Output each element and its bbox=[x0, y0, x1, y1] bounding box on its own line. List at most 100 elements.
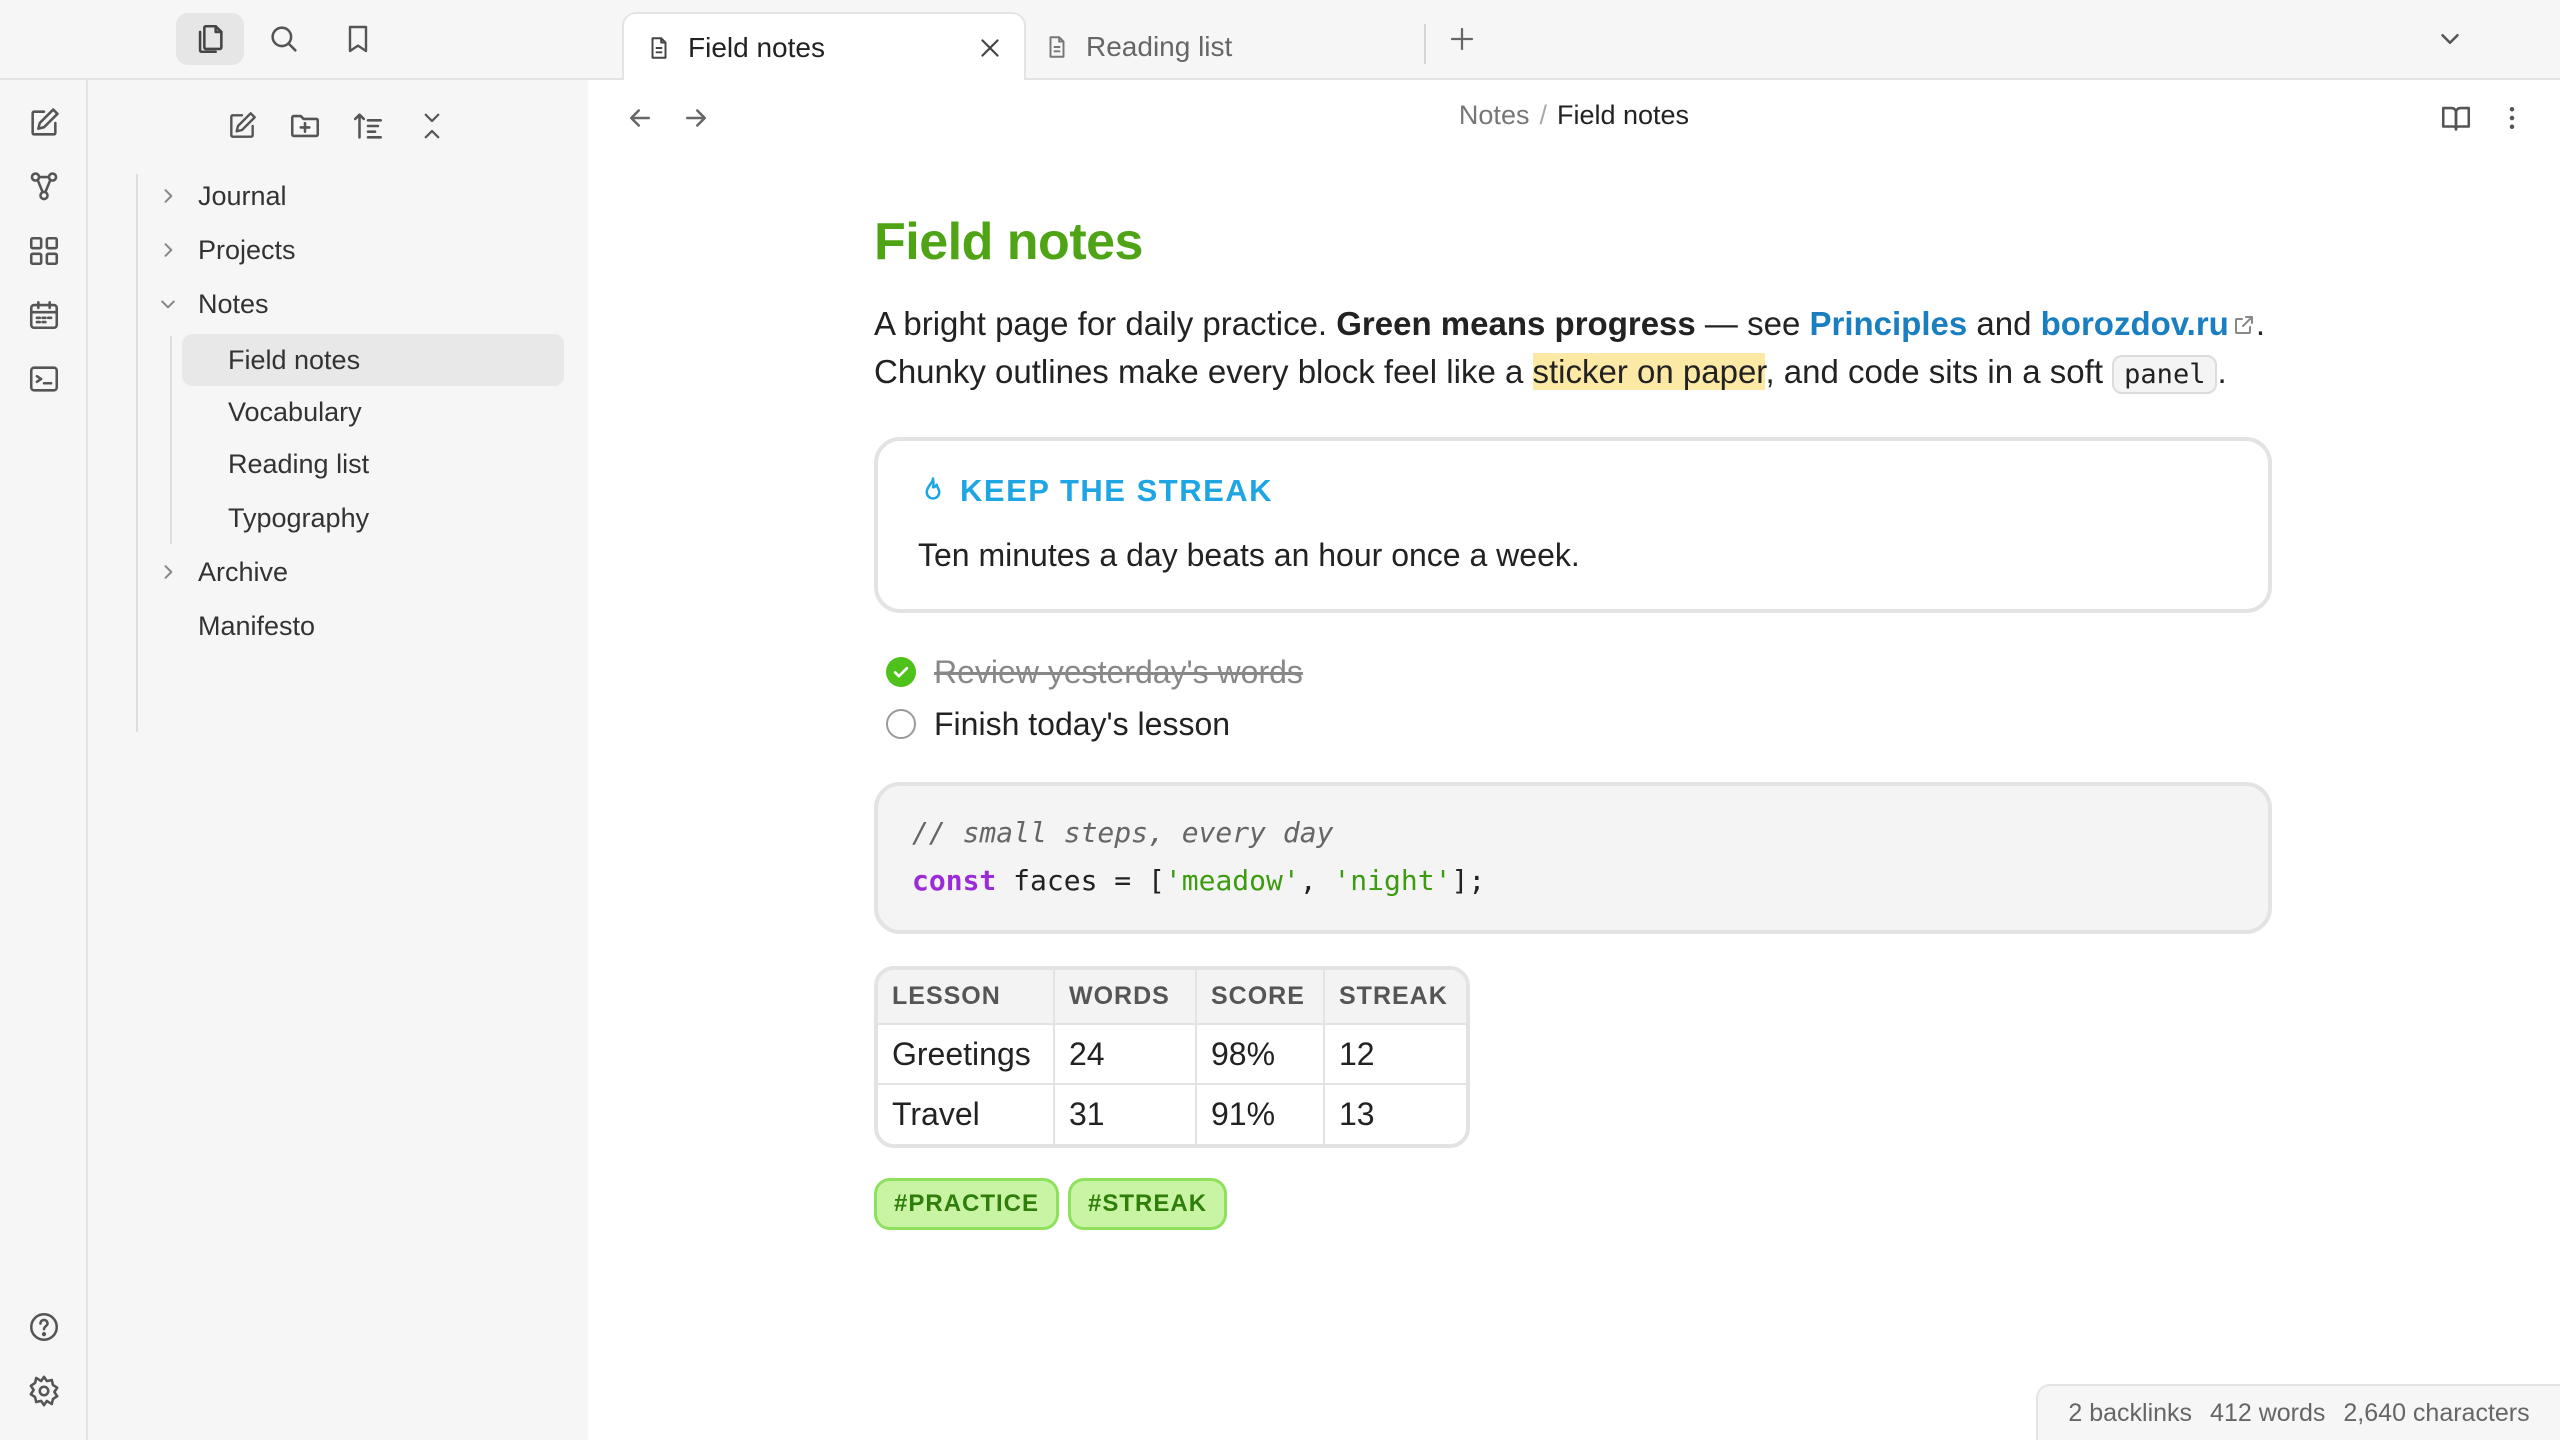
table-header: WORDS bbox=[1054, 970, 1197, 1025]
text: A bright page for daily practice. bbox=[874, 305, 1337, 342]
text: . bbox=[2255, 305, 2265, 342]
code-string: 'night' bbox=[1333, 864, 1452, 897]
settings-icon[interactable] bbox=[22, 1369, 66, 1413]
breadcrumb-parent[interactable]: Notes bbox=[1459, 100, 1530, 130]
tab-bar: Field notes Reading list bbox=[0, 0, 2560, 82]
flame-icon bbox=[918, 476, 948, 506]
tree-folder-archive[interactable]: Archive bbox=[156, 546, 576, 598]
table-cell: Greetings bbox=[878, 1024, 1055, 1085]
tab-reading-list[interactable]: Reading list bbox=[1022, 12, 1422, 82]
task-item: Finish today's lesson bbox=[886, 704, 1230, 744]
external-link-icon bbox=[2232, 313, 2256, 337]
table-header-row: LESSON WORDS SCORE STREAK bbox=[878, 970, 1466, 1025]
code-line: // small steps, every day bbox=[912, 816, 1333, 849]
text: — see bbox=[1695, 305, 1810, 342]
tree-item-label: Vocabulary bbox=[228, 396, 362, 427]
paragraph: A bright page for daily practice. Green … bbox=[874, 300, 2274, 399]
bold-text: Green means progress bbox=[1336, 305, 1696, 342]
table-row: Travel 31 91% 13 bbox=[878, 1084, 1466, 1144]
chevron-down-icon bbox=[156, 292, 180, 316]
breadcrumb-current[interactable]: Field notes bbox=[1557, 100, 1689, 130]
tree-file-manifesto[interactable]: Manifesto bbox=[156, 600, 576, 652]
breadcrumb-separator: / bbox=[1539, 100, 1547, 130]
code-string: 'meadow' bbox=[1164, 864, 1300, 897]
new-note-icon[interactable] bbox=[218, 102, 266, 150]
dashboard-icon[interactable] bbox=[22, 229, 66, 273]
tree-item-label: Typography bbox=[228, 502, 370, 533]
file-explorer: Journal Projects Notes Field notes Vocab… bbox=[88, 80, 588, 1440]
more-options-icon[interactable] bbox=[2488, 94, 2536, 142]
code-text: ]; bbox=[1451, 864, 1486, 897]
internal-link[interactable]: Principles bbox=[1809, 305, 1967, 342]
tab-list-dropdown-icon[interactable] bbox=[2416, 13, 2484, 65]
text: . bbox=[2217, 353, 2227, 390]
code-line: const faces = ['meadow', 'night']; bbox=[912, 864, 1485, 897]
breadcrumb: Notes / Field notes bbox=[588, 100, 2560, 131]
tree-file-typography[interactable]: Typography bbox=[182, 492, 564, 544]
table-cell: 91% bbox=[1196, 1084, 1325, 1144]
task-label: Finish today's lesson bbox=[934, 705, 1231, 742]
ribbon bbox=[0, 80, 88, 1440]
checkbox-checked[interactable] bbox=[886, 657, 916, 687]
text: Chunky outlines make every block feel li… bbox=[874, 353, 1533, 390]
document-icon bbox=[646, 35, 672, 61]
tree-folder-journal[interactable]: Journal bbox=[156, 170, 576, 222]
code-keyword: const bbox=[912, 864, 997, 897]
checkbox-unchecked[interactable] bbox=[886, 709, 916, 739]
table-cell: 98% bbox=[1196, 1024, 1325, 1085]
sort-icon[interactable] bbox=[344, 102, 392, 150]
character-count: 2,640 characters bbox=[2343, 1398, 2530, 1427]
collapse-all-icon[interactable] bbox=[408, 102, 456, 150]
tree-file-field-notes[interactable]: Field notes bbox=[182, 334, 564, 386]
help-icon[interactable] bbox=[22, 1305, 66, 1349]
callout: KEEP THE STREAK Ten minutes a day beats … bbox=[874, 437, 2272, 613]
reading-view-icon[interactable] bbox=[2432, 94, 2480, 142]
table-header: LESSON bbox=[878, 970, 1055, 1025]
page-title: Field notes bbox=[874, 213, 1143, 271]
tree-item-label: Reading list bbox=[228, 448, 370, 479]
table-cell: 13 bbox=[1339, 1096, 1375, 1132]
table-cell: Travel bbox=[878, 1084, 1055, 1144]
tree-item-label: Notes bbox=[198, 288, 269, 319]
new-tab-icon[interactable] bbox=[1428, 13, 1496, 65]
tree-item-label: Archive bbox=[198, 556, 289, 587]
tab-label: Reading list bbox=[1086, 31, 1233, 62]
code-text: faces = [ bbox=[996, 864, 1165, 897]
task-label: Review yesterday's words bbox=[934, 653, 1303, 690]
inline-code: panel bbox=[2112, 355, 2218, 394]
calendar-icon[interactable] bbox=[22, 293, 66, 337]
table-header: STREAK bbox=[1324, 970, 1466, 1025]
tree-item-label: Manifesto bbox=[198, 610, 316, 641]
tree-folder-projects[interactable]: Projects bbox=[156, 224, 576, 276]
new-note-icon[interactable] bbox=[22, 101, 66, 145]
files-icon[interactable] bbox=[176, 13, 244, 65]
tree-guide-line bbox=[136, 174, 138, 732]
callout-title: KEEP THE STREAK bbox=[918, 473, 1273, 509]
tab-divider bbox=[1424, 24, 1426, 64]
tree-item-label: Field notes bbox=[228, 344, 361, 375]
terminal-icon[interactable] bbox=[22, 357, 66, 401]
table-row: Greetings 24 98% 12 bbox=[878, 1024, 1466, 1085]
tree-file-vocabulary[interactable]: Vocabulary bbox=[182, 386, 564, 438]
tag-practice[interactable]: #PRACTICE bbox=[874, 1178, 1060, 1230]
document-body: Field notes A bright page for daily prac… bbox=[874, 212, 2274, 399]
backlinks-count[interactable]: 2 backlinks bbox=[2068, 1399, 2192, 1428]
tag-streak[interactable]: #STREAK bbox=[1068, 1178, 1228, 1230]
graph-icon[interactable] bbox=[22, 165, 66, 209]
table-cell: 31 bbox=[1054, 1084, 1197, 1144]
table-cell: 24 bbox=[1054, 1024, 1197, 1085]
code-comment: // small steps, every day bbox=[912, 816, 1334, 849]
tree-folder-notes[interactable]: Notes bbox=[156, 278, 576, 330]
table-cell: 12 bbox=[1324, 1024, 1466, 1085]
tab-label: Field notes bbox=[688, 32, 825, 63]
close-icon[interactable] bbox=[974, 32, 1006, 64]
bookmark-icon[interactable] bbox=[324, 13, 392, 65]
chevron-right-icon bbox=[156, 184, 180, 208]
external-link[interactable]: borozdov.ru bbox=[2041, 305, 2229, 342]
tab-field-notes[interactable]: Field notes bbox=[622, 12, 1026, 82]
search-icon[interactable] bbox=[250, 13, 318, 65]
tree-guide-line bbox=[170, 336, 172, 544]
data-table: LESSON WORDS SCORE STREAK Greetings 24 9… bbox=[874, 966, 1470, 1148]
tree-file-reading-list[interactable]: Reading list bbox=[182, 438, 564, 490]
new-folder-icon[interactable] bbox=[281, 102, 329, 150]
